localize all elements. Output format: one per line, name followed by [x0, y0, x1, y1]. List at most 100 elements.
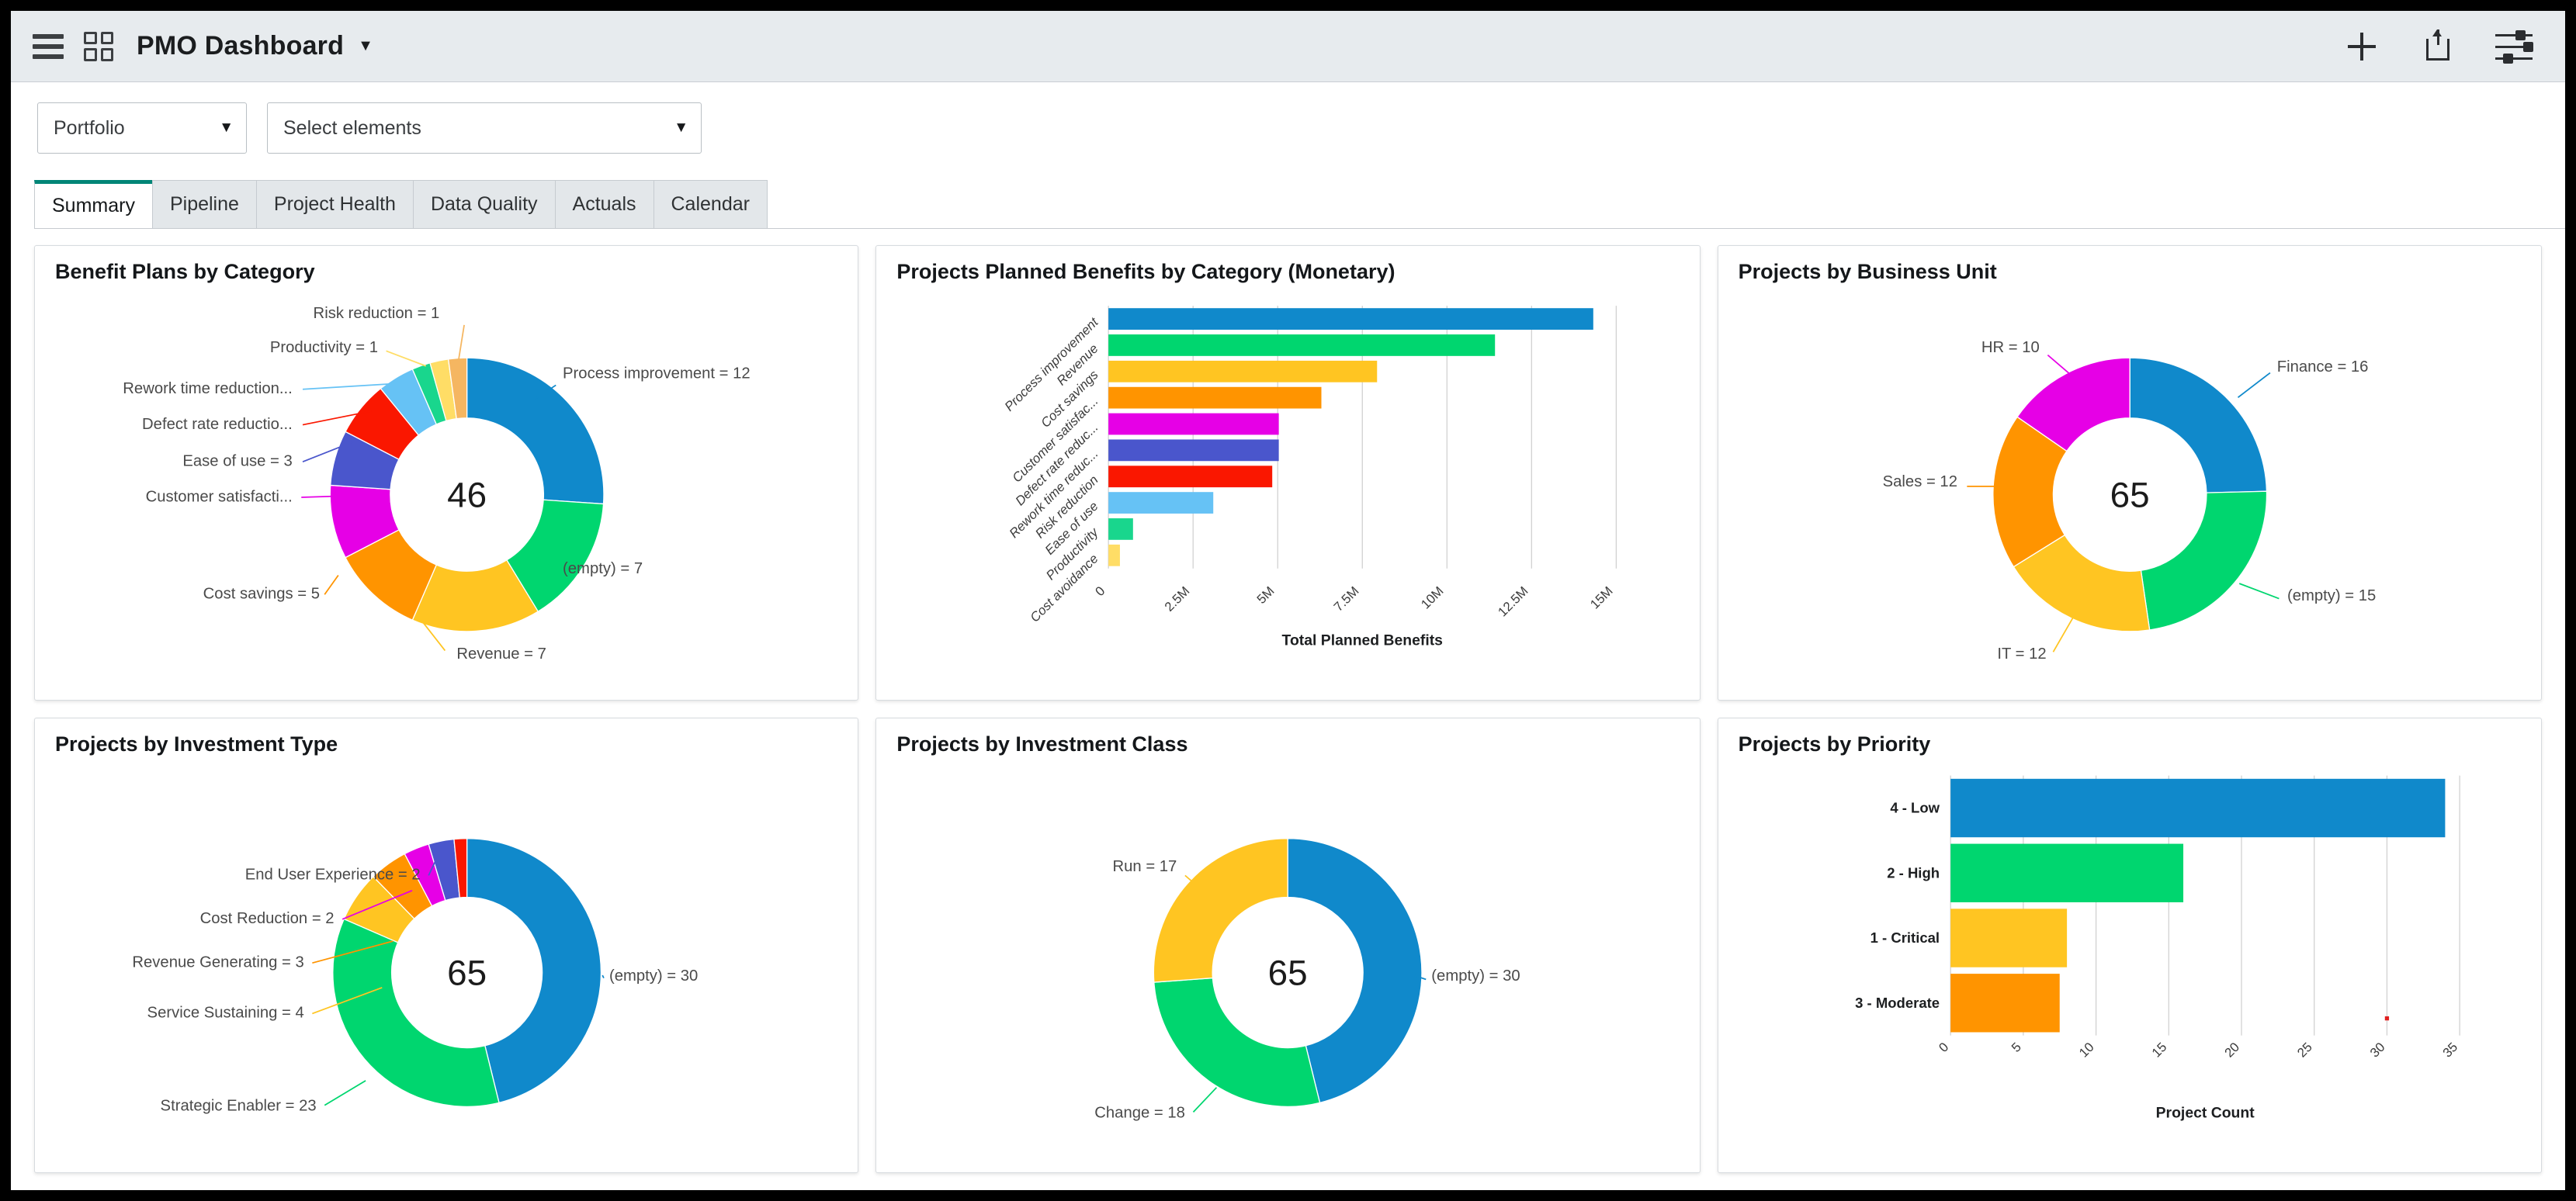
bar[interactable]	[1108, 492, 1214, 514]
svg-text:65: 65	[447, 953, 487, 992]
chart-projects-by-investment-class[interactable]: 65 (empty) = 30 Change = 18 Run = 17	[876, 762, 1699, 1172]
card-title: Benefit Plans by Category	[55, 260, 315, 283]
x-axis-tick: 5	[2009, 1040, 2024, 1055]
pie-slice-label: Cost Reduction = 2	[200, 910, 335, 927]
app-header: PMO Dashboard ▼	[11, 11, 2565, 82]
pie-slice-label: Rework time reduction...	[123, 380, 292, 397]
tab-project-health[interactable]: Project Health	[255, 180, 414, 228]
elements-select-value: Select elements	[283, 116, 421, 139]
chart-projects-by-investment-type[interactable]: 65 (empty) = 30 Strategic Enabler = 23 Serv…	[35, 762, 858, 1172]
chart-projects-by-business-unit[interactable]: 65 Finance = 16 (empty) = 15 IT = 12 Sales =…	[1718, 289, 2541, 700]
card-title: Projects Planned Benefits by Category (M…	[896, 260, 1395, 283]
bar[interactable]	[1108, 518, 1134, 540]
tab-data-quality[interactable]: Data Quality	[412, 180, 556, 228]
svg-text:65: 65	[1268, 953, 1308, 992]
elements-select[interactable]: Select elements ▼	[267, 102, 702, 154]
x-axis-tick: 2.5M	[1162, 583, 1193, 614]
filter-bar: Portfolio ▼ Select elements ▼	[11, 82, 2565, 154]
pie-slice-label: Ease of use = 3	[182, 452, 292, 469]
card-title: Projects by Priority	[1738, 732, 1931, 756]
bar[interactable]	[1950, 974, 2060, 1033]
card-projects-by-investment-type[interactable]: Projects by Investment Type 65 (empty) = …	[34, 718, 859, 1173]
x-axis-title: Total Planned Benefits	[1282, 632, 1443, 649]
card-projects-by-business-unit[interactable]: Projects by Business Unit 65 Finance = 16…	[1717, 245, 2542, 701]
pie-slice-label: Revenue Generating = 3	[132, 954, 303, 971]
pie-slice-label: Process improvement = 12	[563, 365, 751, 382]
card-planned-benefits-by-category[interactable]: Projects Planned Benefits by Category (M…	[875, 245, 1701, 701]
x-axis-tick: 20	[2221, 1040, 2242, 1061]
x-axis-tick: 5M	[1254, 583, 1278, 607]
pie-slice-label: Sales = 12	[1882, 473, 1957, 490]
bar[interactable]	[1108, 386, 1322, 409]
portfolio-select-value: Portfolio	[54, 116, 125, 139]
sliders-settings-icon[interactable]	[2489, 22, 2539, 71]
category-label: 2 - High	[1887, 864, 1940, 881]
chart-planned-benefits-by-category[interactable]: 0 2.5M 5M 7.5M 10M 12.5M 15M Process improvemen…	[876, 289, 1699, 700]
tab-label: Project Health	[273, 193, 396, 215]
hamburger-icon[interactable]	[33, 33, 64, 59]
card-projects-by-priority[interactable]: Projects by Priority 0 5 10 15 20 25 30 35 4 - L…	[1717, 718, 2542, 1173]
category-label: 3 - Moderate	[1855, 995, 1940, 1011]
bar[interactable]	[1108, 466, 1273, 488]
bar[interactable]	[1108, 334, 1496, 356]
x-axis-tick: 15	[2148, 1040, 2169, 1061]
x-axis-tick: 35	[2439, 1040, 2460, 1061]
card-title: Projects by Business Unit	[1738, 260, 1997, 283]
bar[interactable]	[1950, 909, 2067, 967]
portfolio-select[interactable]: Portfolio ▼	[37, 102, 247, 154]
pie-slice-label: Service Sustaining = 4	[147, 1005, 304, 1022]
pie-slice-label: Run = 17	[1113, 858, 1177, 875]
pie-slice-label: Customer satisfacti...	[146, 488, 293, 505]
pie-slice-label: Defect rate reductio...	[142, 416, 293, 433]
pie-slice-label: (empty) = 15	[2287, 587, 2376, 604]
chevron-down-icon: ▼	[674, 119, 688, 136]
chart-benefit-plans-by-category[interactable]: 46 Process improvement = 12 (empty) = 7 Rev…	[35, 289, 858, 700]
tab-label: Pipeline	[169, 193, 239, 215]
pie-slice-label: (empty) = 30	[609, 967, 698, 985]
share-export-icon[interactable]	[2413, 22, 2463, 71]
pie-slice-label: HR = 10	[1981, 339, 2040, 356]
tab-actuals[interactable]: Actuals	[554, 180, 654, 228]
page-title: PMO Dashboard	[137, 31, 345, 61]
bar[interactable]	[1108, 308, 1594, 330]
x-axis-tick: 10M	[1418, 583, 1446, 611]
grid-apps-icon[interactable]	[84, 31, 113, 61]
card-title: Projects by Investment Class	[896, 732, 1188, 756]
tab-pipeline[interactable]: Pipeline	[151, 180, 257, 228]
x-axis-tick: 7.5M	[1331, 583, 1362, 614]
widget-grid: Benefit Plans by Category 46 Process impr…	[34, 245, 2542, 1173]
bar[interactable]	[1950, 843, 2183, 902]
bar[interactable]	[1108, 360, 1378, 382]
x-axis-tick: 30	[2367, 1040, 2388, 1061]
svg-text:65: 65	[2110, 475, 2149, 514]
bar[interactable]	[1108, 439, 1279, 462]
pie-slice-label: Change = 18	[1095, 1104, 1186, 1121]
card-benefit-plans-by-category[interactable]: Benefit Plans by Category 46 Process impr…	[34, 245, 859, 701]
category-label: 1 - Critical	[1870, 929, 1939, 946]
card-title: Projects by Investment Type	[55, 732, 338, 756]
dashboard-frame: PMO Dashboard ▼ Portfolio ▼ Select eleme…	[11, 11, 2565, 1190]
x-axis-tick: 15M	[1588, 583, 1616, 611]
data-marker	[2384, 1016, 2389, 1021]
svg-text:46: 46	[447, 475, 487, 514]
category-label: 4 - Low	[1890, 800, 1940, 816]
tab-label: Summary	[52, 195, 135, 216]
bar[interactable]	[1108, 413, 1279, 435]
pie-slice-label: IT = 12	[1997, 645, 2046, 663]
x-axis-tick: 12.5M	[1496, 583, 1531, 619]
pie-slice-label: Cost savings = 5	[203, 586, 320, 603]
tab-calendar[interactable]: Calendar	[653, 180, 768, 228]
bar[interactable]	[1108, 544, 1121, 566]
tab-bar: Summary Pipeline Project Health Data Qua…	[34, 180, 2565, 229]
bar[interactable]	[1950, 778, 2446, 838]
pie-slice-label: End User Experience = 2	[245, 867, 421, 884]
card-projects-by-investment-class[interactable]: Projects by Investment Class 65 (empty) =…	[875, 718, 1701, 1173]
title-chevron-down-icon[interactable]: ▼	[358, 37, 373, 55]
x-axis-title: Project Count	[2155, 1104, 2255, 1121]
pie-slice-label: Finance = 16	[2276, 358, 2368, 376]
pie-slice-label: (empty) = 7	[563, 560, 643, 577]
plus-icon[interactable]	[2337, 22, 2387, 71]
tab-summary[interactable]: Summary	[34, 180, 153, 228]
chart-projects-by-priority[interactable]: 0 5 10 15 20 25 30 35 4 - Low 2 - High 1 - Critica…	[1718, 762, 2541, 1172]
x-axis-tick: 10	[2076, 1040, 2097, 1061]
